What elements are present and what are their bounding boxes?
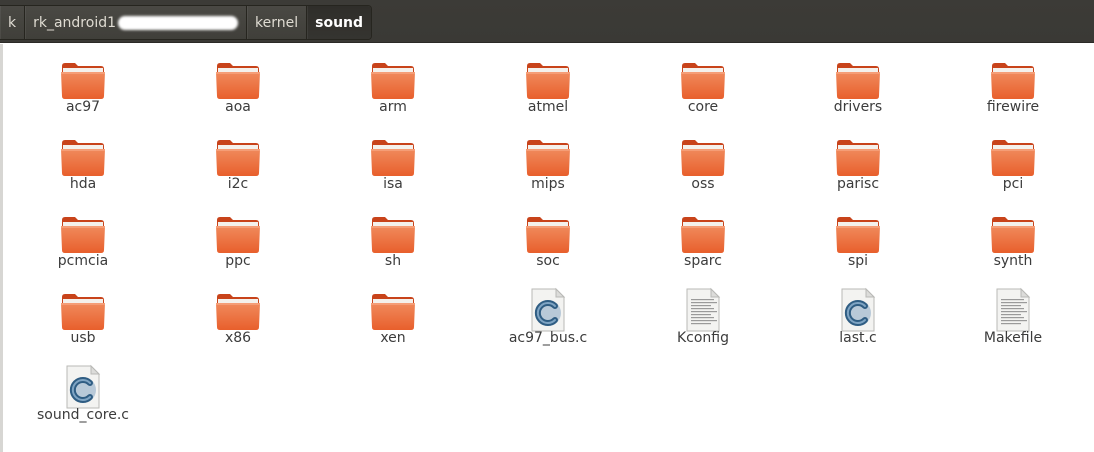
breadcrumb: k rk_android1 kernel sound bbox=[0, 5, 373, 40]
item-label: pcmcia bbox=[57, 253, 109, 269]
breadcrumb-label: kernel bbox=[255, 14, 299, 31]
folder-icon bbox=[60, 133, 106, 179]
item-label: spi bbox=[847, 253, 869, 269]
folder-oss[interactable]: oss bbox=[628, 121, 778, 195]
item-label: mips bbox=[531, 176, 565, 192]
item-label: Makefile bbox=[983, 330, 1043, 346]
item-label: soc bbox=[536, 253, 560, 269]
item-label: Kconfig bbox=[676, 330, 730, 346]
item-label: isa bbox=[383, 176, 403, 192]
item-label: firewire bbox=[986, 99, 1040, 115]
folder-icon bbox=[835, 210, 881, 256]
folder-soc[interactable]: soc bbox=[473, 198, 623, 272]
text-file-icon bbox=[680, 287, 726, 333]
folder-firewire[interactable]: firewire bbox=[938, 44, 1088, 118]
item-label: synth bbox=[993, 253, 1033, 269]
item-label: usb bbox=[70, 330, 96, 346]
folder-parisc[interactable]: parisc bbox=[783, 121, 933, 195]
folder-core[interactable]: core bbox=[628, 44, 778, 118]
folder-ac97[interactable]: ac97 bbox=[8, 44, 158, 118]
file-ac97-bus-c[interactable]: ac97_bus.c bbox=[473, 275, 623, 349]
folder-icon bbox=[370, 287, 416, 333]
folder-pci[interactable]: pci bbox=[938, 121, 1088, 195]
folder-icon bbox=[525, 210, 571, 256]
c-source-file-icon bbox=[835, 287, 881, 333]
folder-atmel[interactable]: atmel bbox=[473, 44, 623, 118]
folder-xen[interactable]: xen bbox=[318, 275, 468, 349]
folder-icon bbox=[60, 210, 106, 256]
file-last-c[interactable]: last.c bbox=[783, 275, 933, 349]
file-grid: ac97 aoa arm atmel core drivers firewire hda i2c… bbox=[0, 44, 1094, 452]
folder-icon bbox=[680, 133, 726, 179]
folder-icon bbox=[680, 56, 726, 102]
item-label: sh bbox=[384, 253, 402, 269]
item-label: drivers bbox=[833, 99, 883, 115]
folder-arm[interactable]: arm bbox=[318, 44, 468, 118]
item-label: xen bbox=[380, 330, 406, 346]
folder-x86[interactable]: x86 bbox=[163, 275, 313, 349]
folder-isa[interactable]: isa bbox=[318, 121, 468, 195]
breadcrumb-item-1[interactable]: rk_android1 bbox=[25, 6, 248, 39]
item-label: sound_core.c bbox=[37, 407, 129, 423]
folder-hda[interactable]: hda bbox=[8, 121, 158, 195]
folder-drivers[interactable]: drivers bbox=[783, 44, 933, 118]
folder-icon bbox=[60, 287, 106, 333]
folder-ppc[interactable]: ppc bbox=[163, 198, 313, 272]
folder-sh[interactable]: sh bbox=[318, 198, 468, 272]
breadcrumb-label: rk_android1 bbox=[33, 14, 117, 31]
breadcrumb-label: sound bbox=[315, 14, 364, 31]
folder-icon bbox=[370, 210, 416, 256]
breadcrumb-item-3[interactable]: sound bbox=[307, 6, 372, 39]
file-sound-core-c[interactable]: sound_core.c bbox=[8, 352, 158, 426]
item-label: parisc bbox=[836, 176, 880, 192]
redaction-mark bbox=[118, 15, 239, 30]
item-label: ac97_bus.c bbox=[508, 330, 588, 346]
item-label: oss bbox=[691, 176, 715, 192]
toolbar: k rk_android1 kernel sound bbox=[0, 0, 1094, 43]
c-source-file-icon bbox=[525, 287, 571, 333]
folder-mips[interactable]: mips bbox=[473, 121, 623, 195]
folder-icon bbox=[215, 287, 261, 333]
folder-icon bbox=[215, 210, 261, 256]
folder-icon bbox=[525, 56, 571, 102]
folder-icon bbox=[215, 133, 261, 179]
item-label: ppc bbox=[225, 253, 251, 269]
folder-i2c[interactable]: i2c bbox=[163, 121, 313, 195]
folder-icon bbox=[835, 56, 881, 102]
folder-synth[interactable]: synth bbox=[938, 198, 1088, 272]
folder-icon bbox=[990, 133, 1036, 179]
item-label: aoa bbox=[225, 99, 251, 115]
folder-icon bbox=[370, 56, 416, 102]
item-label: i2c bbox=[227, 176, 249, 192]
breadcrumb-item-2[interactable]: kernel bbox=[247, 6, 308, 39]
breadcrumb-label: k bbox=[8, 14, 17, 31]
folder-usb[interactable]: usb bbox=[8, 275, 158, 349]
item-label: core bbox=[687, 99, 719, 115]
c-source-file-icon bbox=[60, 364, 106, 410]
item-label: atmel bbox=[527, 99, 569, 115]
folder-icon bbox=[370, 133, 416, 179]
folder-icon bbox=[990, 56, 1036, 102]
folder-icon bbox=[680, 210, 726, 256]
folder-sparc[interactable]: sparc bbox=[628, 198, 778, 272]
folder-pcmcia[interactable]: pcmcia bbox=[8, 198, 158, 272]
folder-icon bbox=[525, 133, 571, 179]
item-label: pci bbox=[1002, 176, 1024, 192]
item-label: last.c bbox=[839, 330, 877, 346]
item-label: sparc bbox=[684, 253, 722, 269]
item-label: arm bbox=[379, 99, 407, 115]
file-makefile[interactable]: Makefile bbox=[938, 275, 1088, 349]
folder-icon bbox=[60, 56, 106, 102]
folder-icon bbox=[990, 210, 1036, 256]
breadcrumb-item-0[interactable]: k bbox=[0, 6, 26, 39]
item-label: hda bbox=[69, 176, 97, 192]
item-label: ac97 bbox=[65, 99, 101, 115]
folder-aoa[interactable]: aoa bbox=[163, 44, 313, 118]
folder-spi[interactable]: spi bbox=[783, 198, 933, 272]
folder-icon bbox=[835, 133, 881, 179]
item-label: x86 bbox=[224, 330, 252, 346]
text-file-icon bbox=[990, 287, 1036, 333]
file-kconfig[interactable]: Kconfig bbox=[628, 275, 778, 349]
folder-icon bbox=[215, 56, 261, 102]
